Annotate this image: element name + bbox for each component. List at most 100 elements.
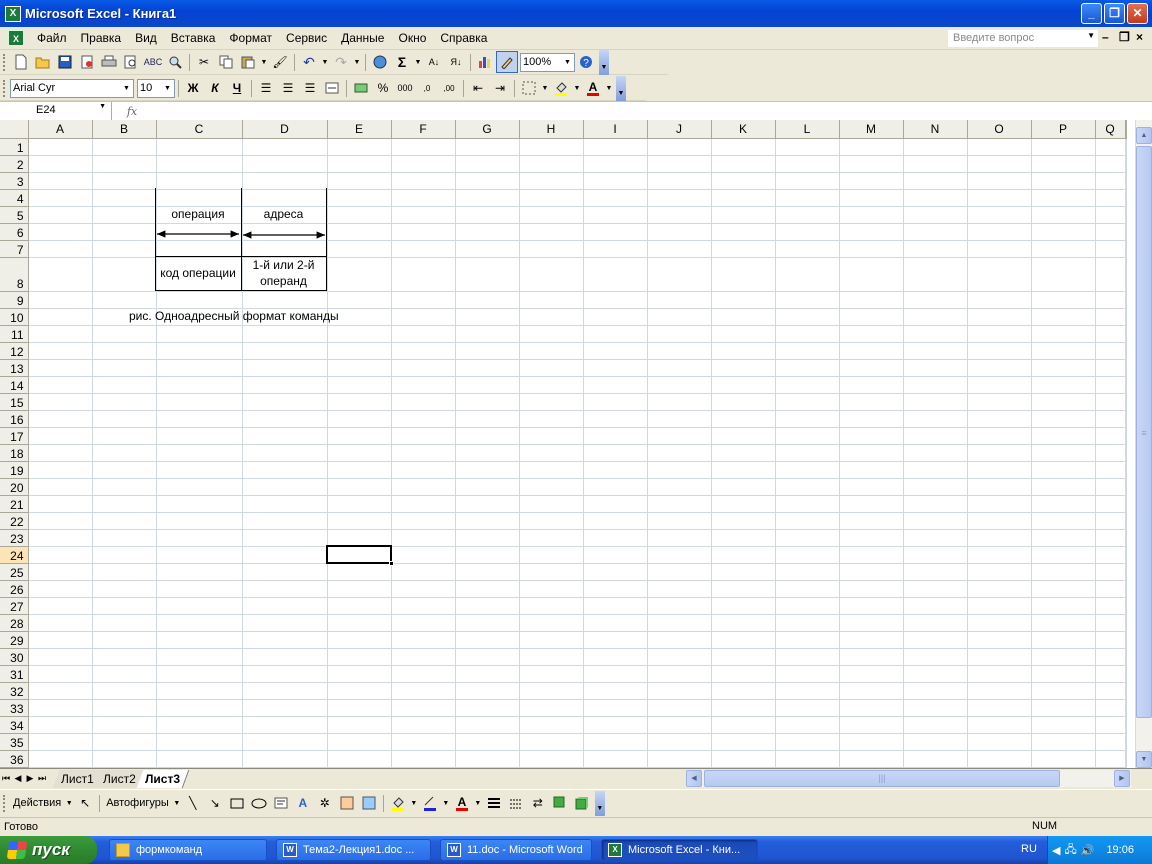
chevron-down-icon[interactable]: ▼	[172, 800, 182, 807]
line-style-icon[interactable]	[483, 792, 505, 814]
toolbar-options-icon[interactable]: ▼	[594, 790, 605, 816]
cell[interactable]	[242, 580, 328, 598]
cell[interactable]	[583, 597, 648, 615]
cell[interactable]	[1031, 495, 1096, 513]
scroll-down-icon[interactable]: ▼	[1136, 751, 1152, 768]
cell[interactable]	[583, 427, 648, 445]
cell[interactable]	[647, 597, 712, 615]
cell[interactable]	[242, 155, 328, 173]
cell[interactable]	[156, 648, 243, 666]
cell[interactable]	[156, 563, 243, 581]
underline-button[interactable]: Ч	[226, 77, 248, 99]
cell[interactable]	[583, 189, 648, 207]
toolbar-grip[interactable]	[3, 794, 6, 812]
cell[interactable]	[455, 648, 520, 666]
cell[interactable]	[903, 206, 968, 224]
cell[interactable]	[583, 138, 648, 156]
cell[interactable]	[1095, 614, 1126, 632]
cell[interactable]	[583, 733, 648, 751]
cell[interactable]	[242, 665, 328, 683]
rectangle-icon[interactable]	[226, 792, 248, 814]
cell[interactable]	[92, 546, 157, 564]
cell[interactable]	[647, 189, 712, 207]
cell[interactable]	[775, 648, 840, 666]
cell[interactable]	[519, 461, 584, 479]
fill-color-icon[interactable]	[550, 77, 572, 99]
cell[interactable]	[327, 546, 392, 564]
chevron-down-icon[interactable]: ▼	[561, 54, 574, 71]
cell[interactable]	[1095, 444, 1126, 462]
sheet-tab-3[interactable]: Лист3	[136, 769, 189, 788]
prev-sheet-icon[interactable]: ◀	[12, 773, 24, 784]
cell[interactable]	[519, 376, 584, 394]
cell[interactable]	[28, 597, 93, 615]
cell[interactable]	[242, 699, 328, 717]
cell[interactable]	[327, 206, 392, 224]
cell[interactable]	[242, 427, 328, 445]
cell[interactable]	[391, 529, 456, 547]
cell[interactable]	[583, 444, 648, 462]
cell[interactable]	[519, 512, 584, 530]
cell[interactable]	[455, 138, 520, 156]
cell[interactable]	[455, 342, 520, 360]
cell[interactable]	[583, 580, 648, 598]
arrow-icon[interactable]: ↘	[204, 792, 226, 814]
cell[interactable]	[1095, 682, 1126, 700]
cell[interactable]	[711, 444, 776, 462]
cell[interactable]	[967, 393, 1032, 411]
cell[interactable]	[583, 529, 648, 547]
cell[interactable]	[775, 614, 840, 632]
cell[interactable]	[156, 325, 243, 343]
actions-menu[interactable]: Действия	[10, 797, 64, 809]
cell[interactable]	[775, 597, 840, 615]
row-header[interactable]: 11	[0, 325, 29, 343]
cell[interactable]	[519, 495, 584, 513]
cell[interactable]	[391, 376, 456, 394]
cell[interactable]	[711, 189, 776, 207]
cell[interactable]	[92, 427, 157, 445]
cell[interactable]	[242, 461, 328, 479]
redo-icon[interactable]: ↷	[330, 51, 352, 73]
cell[interactable]	[92, 750, 157, 768]
cell[interactable]	[455, 631, 520, 649]
cell[interactable]	[327, 580, 392, 598]
print-icon[interactable]	[98, 51, 120, 73]
cell[interactable]	[92, 172, 157, 190]
cell[interactable]	[92, 631, 157, 649]
row-header[interactable]: 32	[0, 682, 29, 700]
chevron-down-icon[interactable]: ▼	[441, 800, 451, 807]
cell[interactable]	[327, 461, 392, 479]
cell[interactable]	[903, 733, 968, 751]
cell[interactable]	[967, 563, 1032, 581]
align-center-icon[interactable]: ☰	[277, 77, 299, 99]
cell[interactable]	[455, 376, 520, 394]
cell[interactable]	[903, 240, 968, 258]
cell[interactable]	[1031, 172, 1096, 190]
cell[interactable]	[775, 546, 840, 564]
cell[interactable]	[967, 291, 1032, 309]
cell[interactable]	[455, 580, 520, 598]
cell[interactable]	[711, 240, 776, 258]
cell[interactable]	[1095, 563, 1126, 581]
cell[interactable]	[1095, 546, 1126, 564]
cell[interactable]	[583, 308, 648, 326]
cell[interactable]	[455, 699, 520, 717]
cell[interactable]	[327, 240, 392, 258]
cell[interactable]	[455, 291, 520, 309]
cell[interactable]	[391, 155, 456, 173]
cell[interactable]	[711, 699, 776, 717]
cell[interactable]	[775, 240, 840, 258]
cell[interactable]	[1031, 529, 1096, 547]
cell[interactable]	[391, 699, 456, 717]
cell[interactable]	[92, 597, 157, 615]
help-icon[interactable]: ?	[575, 51, 597, 73]
cell[interactable]	[775, 359, 840, 377]
cell[interactable]	[391, 597, 456, 615]
cell[interactable]	[92, 410, 157, 428]
cell[interactable]	[156, 580, 243, 598]
cell[interactable]	[647, 206, 712, 224]
cell[interactable]	[647, 716, 712, 734]
worksheet[interactable]: A B C D E F G H I J K L M N O P Q 1 2 3 4 5 6 7 8 9 10 11 12 13 14 15 16…	[0, 120, 1135, 768]
cell[interactable]	[519, 240, 584, 258]
menu-insert[interactable]: Вставка	[164, 29, 223, 47]
